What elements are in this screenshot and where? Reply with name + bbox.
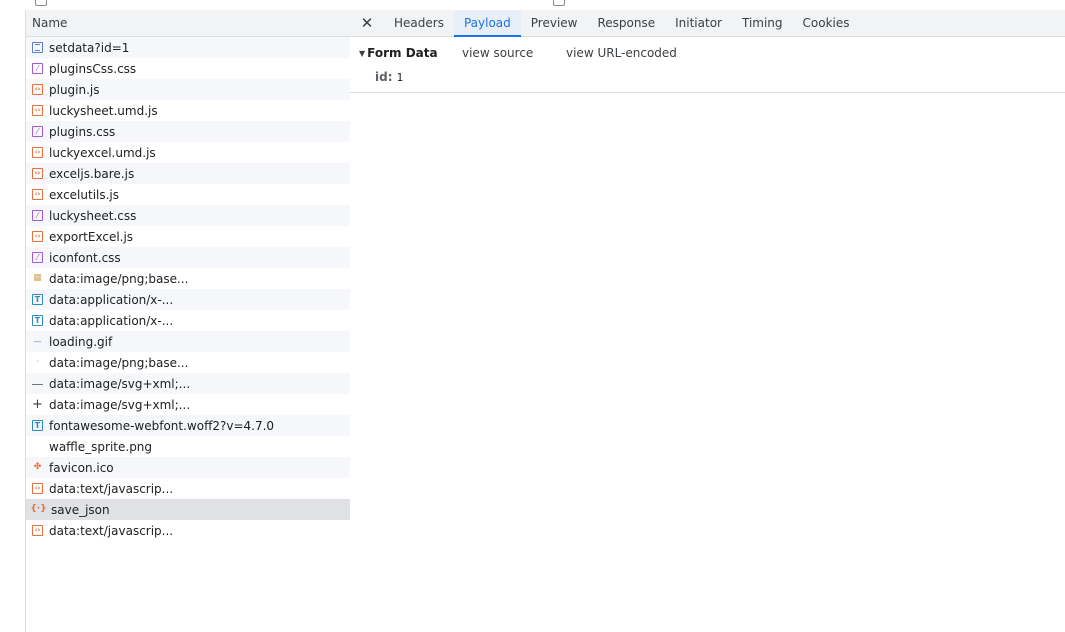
script-file-icon: ‹› <box>32 189 43 200</box>
image-thumbnail-icon <box>32 441 43 452</box>
script-file-icon: ‹› <box>32 105 43 116</box>
script-file-icon: ‹› <box>32 147 43 158</box>
request-row[interactable]: setdata?id=1 <box>26 37 350 58</box>
request-name: data:image/svg+xml;... <box>49 397 191 412</box>
image-thumbnail-icon: · <box>36 357 39 367</box>
request-name: data:text/javascrip... <box>49 481 174 496</box>
tab-headers[interactable]: Headers <box>384 10 454 36</box>
request-row[interactable]: + data:image/svg+xml;... <box>26 394 350 415</box>
request-row[interactable]: ⁄ iconfont.css <box>26 247 350 268</box>
script-file-icon: ‹› <box>32 168 43 179</box>
request-name: waffle_sprite.png <box>49 439 153 454</box>
detail-tabbar: ✕ Headers Payload Preview Response Initiator… <box>350 10 1065 37</box>
css-file-icon: ⁄ <box>32 252 43 263</box>
request-name: loading.gif <box>49 334 113 349</box>
request-row[interactable]: waffle_sprite.png <box>26 436 350 457</box>
request-row[interactable]: ‹› luckyexcel.umd.js <box>26 142 350 163</box>
tab-timing[interactable]: Timing <box>732 10 793 36</box>
request-row[interactable]: — loading.gif <box>26 331 350 352</box>
request-name: fontawesome-webfont.woff2?v=4.7.0 <box>49 418 275 433</box>
form-param-row: id: 1 <box>375 70 403 84</box>
form-data-toggle[interactable]: ▼ Form Data <box>359 46 438 60</box>
payload-section: ▼ Form Data view source view URL-encoded… <box>350 37 1065 93</box>
tab-initiator[interactable]: Initiator <box>665 10 732 36</box>
request-row[interactable]: ⁄ pluginsCss.css <box>26 58 350 79</box>
triangle-down-icon: ▼ <box>359 48 366 58</box>
request-name: save_json <box>51 502 110 517</box>
param-key: id: <box>375 70 393 84</box>
request-row[interactable]: ‹› excelutils.js <box>26 184 350 205</box>
minus-icon: — <box>31 376 44 391</box>
request-name: data:text/javascrip... <box>49 523 174 538</box>
font-file-icon: T <box>32 294 43 305</box>
request-name: luckysheet.umd.js <box>49 103 158 118</box>
name-column-header[interactable]: Name <box>26 10 350 37</box>
css-file-icon: ⁄ <box>32 126 43 137</box>
request-detail-panel: ✕ Headers Payload Preview Response Initiator… <box>350 10 1065 632</box>
left-gutter <box>0 0 25 632</box>
tab-payload[interactable]: Payload <box>453 10 521 37</box>
image-thumbnail-icon: ▦ <box>33 273 42 283</box>
close-icon[interactable]: ✕ <box>350 10 384 36</box>
request-row[interactable]: · data:image/png;base... <box>26 352 350 373</box>
request-name: favicon.ico <box>49 460 114 475</box>
gif-thumbnail-icon: — <box>33 336 42 346</box>
request-row[interactable]: ‹› data:text/javascrip... <box>26 520 350 541</box>
request-name: data:image/png;base... <box>49 355 189 370</box>
script-file-icon: ‹› <box>32 84 43 95</box>
font-file-icon: T <box>32 315 43 326</box>
script-file-icon: ‹› <box>32 231 43 242</box>
css-file-icon: ⁄ <box>32 63 43 74</box>
request-name: data:image/png;base... <box>49 271 189 286</box>
request-name: pluginsCss.css <box>49 61 137 76</box>
view-source-link[interactable]: view source <box>462 46 533 60</box>
request-row[interactable]: {·} save_json <box>26 499 350 520</box>
script-file-icon: ‹› <box>32 483 43 494</box>
request-name: plugin.js <box>49 82 100 97</box>
json-icon: {·} <box>30 504 47 514</box>
request-row[interactable]: ‹› plugin.js <box>26 79 350 100</box>
plus-icon: + <box>32 397 43 412</box>
css-file-icon: ⁄ <box>32 210 43 221</box>
request-name: luckysheet.css <box>49 208 137 223</box>
tab-response[interactable]: Response <box>587 10 665 36</box>
request-row[interactable]: ⁄ plugins.css <box>26 121 350 142</box>
request-name: iconfont.css <box>49 250 121 265</box>
checkbox-icon[interactable] <box>35 0 47 6</box>
request-row[interactable]: ✤ favicon.ico <box>26 457 350 478</box>
document-icon <box>32 42 43 53</box>
request-row[interactable]: ▦ data:image/png;base... <box>26 268 350 289</box>
request-name: luckyexcel.umd.js <box>49 145 156 160</box>
request-row[interactable]: Tdata:application/x-... <box>26 289 350 310</box>
request-row[interactable]: Tdata:application/x-... <box>26 310 350 331</box>
request-rows: setdata?id=1 ⁄ pluginsCss.css ‹› plugin.js ‹›… <box>26 37 350 541</box>
font-file-icon: T <box>32 420 43 431</box>
request-list-panel: Name setdata?id=1 ⁄ pluginsCss.css ‹› plugin… <box>25 10 351 632</box>
favicon-icon: ✤ <box>33 462 42 472</box>
param-value: 1 <box>396 71 404 84</box>
script-file-icon: ‹› <box>32 525 43 536</box>
request-row[interactable]: ‹› exportExcel.js <box>26 226 350 247</box>
request-name: data:application/x-... <box>49 313 174 328</box>
request-row[interactable]: ‹› exceljs.bare.js <box>26 163 350 184</box>
tab-cookies[interactable]: Cookies <box>793 10 860 36</box>
request-name: exportExcel.js <box>49 229 134 244</box>
tab-preview[interactable]: Preview <box>521 10 588 36</box>
request-name: plugins.css <box>49 124 116 139</box>
request-name: data:image/svg+xml;... <box>49 376 191 391</box>
checkbox-icon[interactable] <box>553 0 565 6</box>
request-row[interactable]: ‹› luckysheet.umd.js <box>26 100 350 121</box>
request-row[interactable]: Tfontawesome-webfont.woff2?v=4.7.0 <box>26 415 350 436</box>
request-name: data:application/x-... <box>49 292 174 307</box>
request-row[interactable]: ⁄ luckysheet.css <box>26 205 350 226</box>
form-data-title: Form Data <box>367 46 438 60</box>
request-name: setdata?id=1 <box>49 40 130 55</box>
request-row[interactable]: — data:image/svg+xml;... <box>26 373 350 394</box>
request-name: exceljs.bare.js <box>49 166 135 181</box>
view-url-encoded-link[interactable]: view URL-encoded <box>566 46 677 60</box>
request-name: excelutils.js <box>49 187 120 202</box>
request-row[interactable]: ‹› data:text/javascrip... <box>26 478 350 499</box>
